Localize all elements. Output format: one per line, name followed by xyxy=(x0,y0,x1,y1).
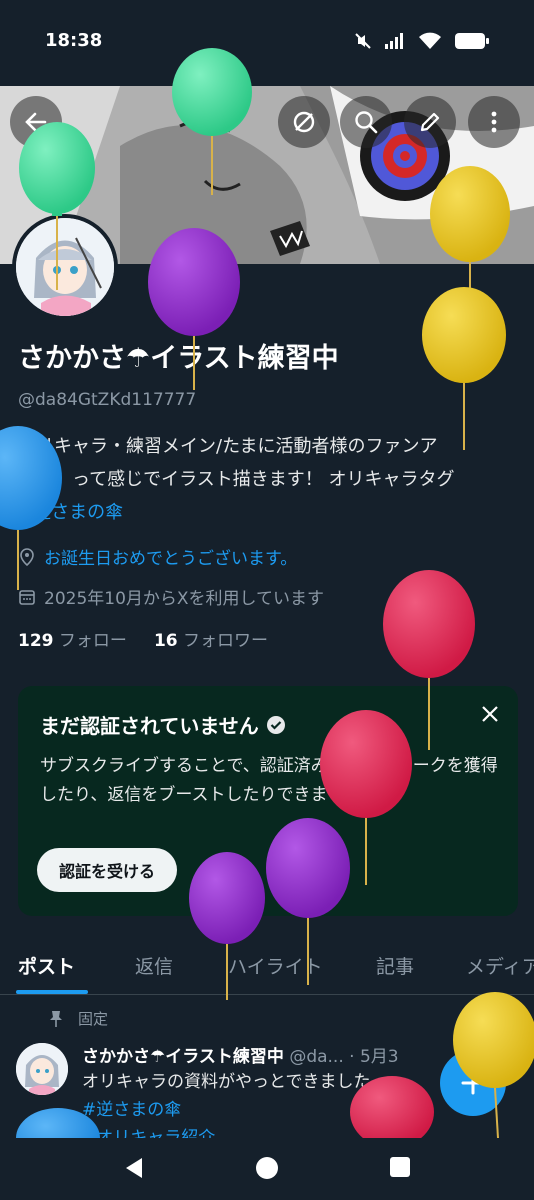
search-icon xyxy=(355,111,378,134)
pin-icon xyxy=(50,1010,62,1027)
mute-icon xyxy=(355,33,371,49)
verification-card: まだ認証されていません サブスクライブすることで、認証済みチェックマークを獲得し… xyxy=(18,686,518,916)
more-icon xyxy=(491,111,497,133)
following-count: 129 xyxy=(18,631,54,651)
balloon-yellow xyxy=(422,287,506,450)
followers-label: フォロワー xyxy=(183,631,269,651)
nav-recents-icon[interactable] xyxy=(389,1156,411,1178)
verification-body: サブスクライブすることで、認証済みチェックマークを獲得したり、返信をブーストした… xyxy=(40,756,498,805)
followers-count: 16 xyxy=(153,631,178,651)
verified-badge-icon xyxy=(266,715,285,734)
profile-bio: オリキャラ・練習メイン/たまに活動者様のファンア ート！って感じでイラスト描きま… xyxy=(18,430,523,529)
followers-link[interactable]: 16 フォロワー xyxy=(154,631,268,651)
post-handle-date: @da... · 5月3 xyxy=(289,1047,399,1067)
tab-media[interactable]: メディア xyxy=(466,952,534,979)
battery-icon xyxy=(455,33,489,49)
compose-button[interactable] xyxy=(440,1050,506,1116)
wifi-icon xyxy=(419,32,441,49)
location-pin-icon xyxy=(20,547,34,566)
active-tab-indicator xyxy=(16,990,88,994)
circle-slash-icon xyxy=(293,111,315,133)
edit-button[interactable] xyxy=(404,96,456,148)
following-label: フォロー xyxy=(58,631,127,651)
profile-handle: @da84GtZKd117777 xyxy=(18,390,197,410)
birthday-row: お誕生日おめでとうございます。 xyxy=(18,544,297,569)
profile-tabs: ポスト 返信 ハイライト 記事 メディア xyxy=(0,940,534,995)
post-avatar-image xyxy=(16,1043,68,1095)
search-button[interactable] xyxy=(340,96,392,148)
verification-title: まだ認証されていません xyxy=(40,710,287,739)
back-arrow-icon xyxy=(25,112,47,132)
post-avatar[interactable] xyxy=(16,1043,68,1095)
profile-avatar[interactable] xyxy=(12,214,118,320)
profile-name: さかかさ☂イラスト練習中 xyxy=(18,343,339,374)
back-button[interactable] xyxy=(10,96,62,148)
tab-articles[interactable]: 記事 xyxy=(376,952,414,979)
status-bar: 18:38 xyxy=(0,0,534,86)
joined-text: 2025年10月からXを利用しています xyxy=(44,589,325,609)
edit-icon xyxy=(420,112,440,132)
following-link[interactable]: 129 フォロー xyxy=(18,631,127,651)
bio-hashtag-link[interactable]: #逆さまの傘 xyxy=(18,496,523,529)
pinned-label-row: 固定 xyxy=(48,1008,108,1029)
follow-stats: 129 フォロー 16 フォロワー xyxy=(18,626,268,651)
post-author[interactable]: さかかさ☂イラスト練習中 xyxy=(82,1047,284,1067)
calendar-icon xyxy=(19,589,35,605)
post-header: さかかさ☂イラスト練習中 @da... · 5月3 xyxy=(82,1042,399,1067)
system-nav-bar xyxy=(0,1138,534,1200)
tab-replies[interactable]: 返信 xyxy=(135,952,173,979)
post-hashtag-link[interactable]: #逆さまの傘 xyxy=(82,1096,371,1124)
close-icon[interactable] xyxy=(480,704,500,724)
more-button[interactable] xyxy=(468,96,520,148)
grok-button[interactable] xyxy=(278,96,330,148)
get-verified-button[interactable]: 認証を受ける xyxy=(37,848,178,892)
signal-icon xyxy=(385,33,403,49)
tab-highlights[interactable]: ハイライト xyxy=(228,952,323,979)
joined-row: 2025年10月からXを利用しています xyxy=(18,584,324,609)
post-text-line: オリキャラの資料がやっとできました xyxy=(82,1072,371,1092)
plus-icon xyxy=(461,1071,485,1095)
bio-line: ート！って感じでイラスト描きます！ オリキャラタグ xyxy=(18,469,455,490)
birthday-text[interactable]: お誕生日おめでとうございます。 xyxy=(44,544,297,569)
pinned-label: 固定 xyxy=(78,1010,109,1028)
clock: 18:38 xyxy=(45,30,103,51)
status-icons xyxy=(354,32,490,50)
nav-home-icon[interactable] xyxy=(255,1156,279,1180)
tab-posts[interactable]: ポスト xyxy=(18,952,75,979)
nav-back-icon[interactable] xyxy=(122,1156,146,1180)
verification-title-text: まだ認証されていません xyxy=(40,714,259,738)
avatar-image xyxy=(16,218,114,316)
bio-line: オリキャラ・練習メイン/たまに活動者様のファンア xyxy=(18,436,438,457)
